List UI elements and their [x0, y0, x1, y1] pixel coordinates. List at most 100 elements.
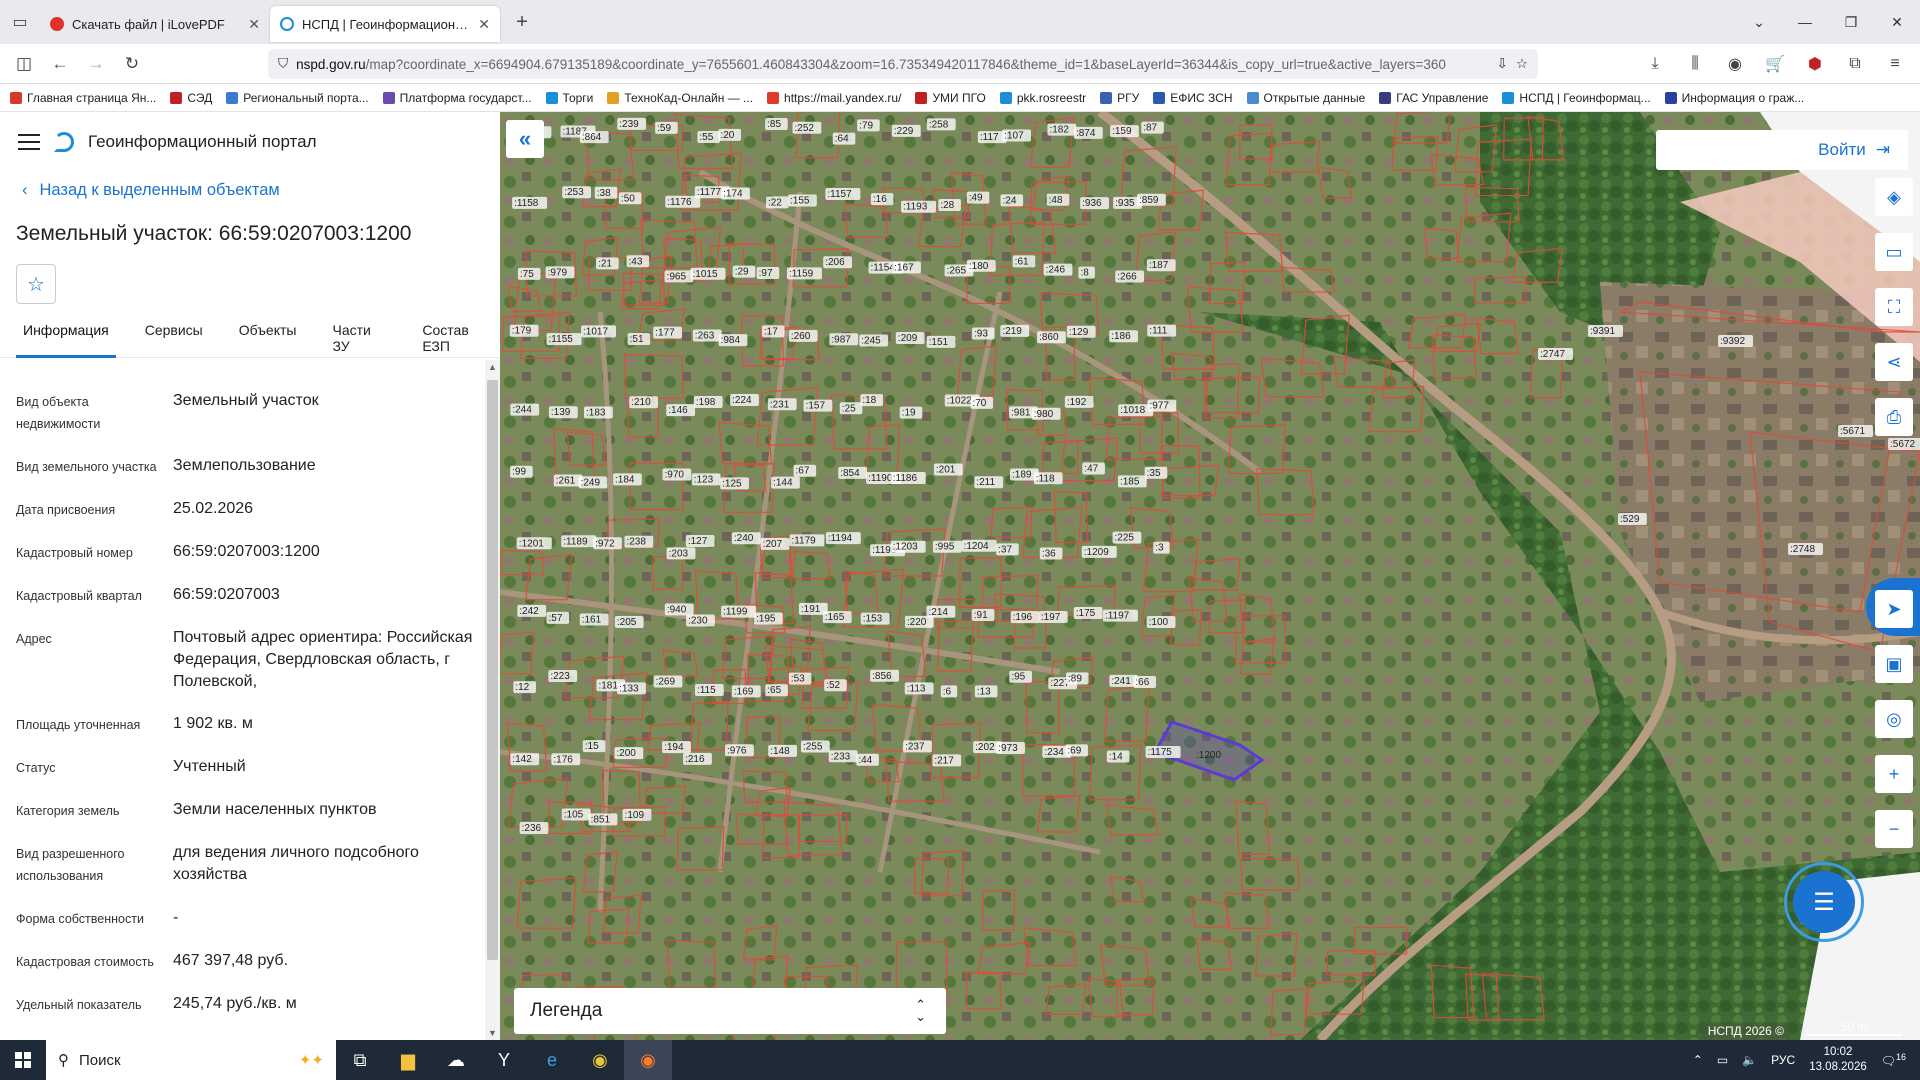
parcel-label[interactable]: :52	[826, 680, 840, 691]
parcel-label[interactable]: :935	[1115, 198, 1135, 209]
legend-toggle[interactable]: Легенда ⌃ ⌄	[514, 988, 946, 1034]
parcel-label[interactable]: :139	[551, 407, 571, 418]
library-icon[interactable]: ⫼	[1678, 48, 1712, 80]
parcel-label[interactable]: :13	[977, 686, 991, 697]
parcel-label[interactable]: :874	[1076, 128, 1096, 139]
parcel-label[interactable]: :6	[943, 686, 952, 697]
parcel-label[interactable]: :249	[581, 477, 601, 488]
parcel-label[interactable]: :197	[1041, 612, 1061, 623]
parcel-label[interactable]: :255	[803, 741, 823, 752]
bookmark-item[interactable]: УМИ ПГО	[915, 91, 986, 105]
restore-button[interactable]: ❐	[1828, 0, 1874, 44]
hamburger-menu-icon[interactable]	[18, 134, 40, 150]
parcel-label[interactable]: :36	[1042, 548, 1056, 559]
parcel-label[interactable]: :244	[512, 405, 532, 416]
save-page-icon[interactable]: ⇩	[1497, 56, 1508, 72]
parcel-label[interactable]: :981	[1011, 407, 1031, 418]
parcel-label[interactable]: :165	[825, 612, 845, 623]
parcel-label[interactable]: :48	[1049, 195, 1063, 206]
parcel-label[interactable]: :59	[657, 123, 671, 134]
parcel-label[interactable]: :43	[628, 256, 642, 267]
parcel-label[interactable]: :142	[512, 754, 532, 765]
account-icon[interactable]: ◉	[1718, 48, 1752, 80]
parcel-label[interactable]: :25	[842, 403, 856, 414]
parcel-label[interactable]: :856	[872, 671, 892, 682]
parcel-label[interactable]: :241	[1111, 676, 1131, 687]
bookmark-item[interactable]: СЭД	[170, 91, 212, 105]
parcel-label[interactable]: :21	[598, 258, 612, 269]
parcel-label[interactable]: :180	[969, 261, 989, 272]
parcel-label[interactable]: :1209	[1084, 547, 1109, 558]
parcel-label[interactable]: :1177	[697, 187, 722, 198]
back-to-selected-link[interactable]: ‹ Назад к выделенным объектам	[0, 172, 500, 208]
parcel-label[interactable]: :44	[858, 755, 872, 766]
parcel-label[interactable]: :995	[935, 542, 955, 553]
panel-tab[interactable]: Состав ЕЗП	[415, 322, 500, 358]
parcel-label[interactable]: :217	[934, 755, 954, 766]
parcel-label[interactable]: :234	[1044, 747, 1064, 758]
parcel-label[interactable]: :20	[720, 130, 734, 141]
parcel-label[interactable]: :184	[615, 474, 635, 485]
bookmark-item[interactable]: Главная страница Ян...	[10, 91, 156, 105]
parcel-label[interactable]: :187	[1149, 260, 1169, 271]
parcel-label[interactable]: :269	[656, 676, 676, 687]
parcel-label[interactable]: :125	[722, 478, 742, 489]
parcel-label[interactable]: :230	[688, 615, 708, 626]
parcel-label[interactable]: :174	[723, 189, 743, 200]
parcel-label[interactable]: :1022	[947, 395, 972, 406]
map-view[interactable]: :982:1187:864:239:59:55:20:85:252:64:79:…	[500, 112, 1920, 1040]
parcel-label[interactable]: :169	[734, 686, 754, 697]
parcel-label[interactable]: :79	[859, 120, 873, 131]
parcel-label[interactable]: :18	[862, 395, 876, 406]
parcel-label[interactable]: :260	[791, 331, 811, 342]
new-tab-button[interactable]: +	[506, 6, 538, 38]
parcel-label[interactable]: :181	[598, 680, 618, 691]
locate-button[interactable]: ➤	[1875, 590, 1913, 628]
file-explorer-app[interactable]: ▆	[384, 1040, 432, 1080]
share-button[interactable]: ⋖	[1875, 343, 1913, 381]
parcel-label[interactable]: :185	[1120, 476, 1140, 487]
parcel-label[interactable]: :99	[512, 467, 526, 478]
scrollbar-thumb[interactable]	[487, 380, 498, 960]
parcel-label[interactable]: :5671	[1840, 426, 1865, 437]
parcel-label[interactable]: :47	[1084, 463, 1098, 474]
tray-overflow-icon[interactable]: ⌃	[1693, 1053, 1703, 1067]
measure-button[interactable]: ▭	[1875, 233, 1913, 271]
parcel-label[interactable]: :973	[998, 743, 1018, 754]
minimize-button[interactable]: —	[1782, 0, 1828, 44]
clock[interactable]: 10:02 13.08.2026	[1809, 1045, 1867, 1075]
parcel-label[interactable]: :19	[902, 408, 916, 419]
parcel-label[interactable]: :1157	[827, 189, 852, 200]
parcel-label[interactable]: :1199	[723, 607, 748, 618]
parcel-label[interactable]: :64	[835, 134, 849, 145]
close-tab-icon[interactable]: ✕	[248, 16, 260, 33]
parcel-label[interactable]: :157	[806, 401, 826, 412]
parcel-label[interactable]: :233	[831, 751, 851, 762]
parcel-label[interactable]: :117	[980, 132, 999, 143]
bookmark-item[interactable]: pkk.rosreestr	[999, 91, 1086, 105]
parcel-label[interactable]: :37	[998, 544, 1012, 555]
panel-tab[interactable]: Сервисы	[138, 322, 210, 358]
downloads-icon[interactable]: ⤓	[1638, 48, 1672, 80]
sidebar-toggle-icon[interactable]: ◫	[6, 46, 42, 82]
login-button[interactable]: Войти ⇥	[1656, 130, 1908, 170]
layers-button[interactable]: ◈	[1875, 178, 1913, 216]
parcel-label[interactable]: :1190	[868, 473, 893, 484]
tab-list-icon[interactable]: ▭	[0, 0, 40, 44]
parcel-label[interactable]: :207	[763, 539, 783, 550]
parcel-label[interactable]: :123	[694, 474, 714, 485]
parcel-label[interactable]: :51	[630, 334, 644, 345]
chrome-app[interactable]: ◉	[576, 1040, 624, 1080]
parcel-label[interactable]: :980	[1034, 409, 1054, 420]
parcel-label[interactable]: :529	[1620, 514, 1640, 525]
parcel-label[interactable]: :1194	[828, 533, 853, 544]
parcel-label[interactable]: :203	[669, 548, 689, 559]
panel-tab[interactable]: Объекты	[232, 322, 304, 358]
parcel-label[interactable]: :219	[1002, 326, 1022, 337]
parcel-label[interactable]: :854	[840, 468, 860, 479]
parcel-label[interactable]: :1175	[1148, 747, 1173, 758]
parcel-label[interactable]: :146	[668, 405, 688, 416]
bookmark-item[interactable]: https://mail.yandex.ru/	[767, 91, 901, 105]
site-info-icon[interactable]: ⛉	[278, 56, 288, 72]
panel-tab[interactable]: Информация	[16, 322, 116, 358]
